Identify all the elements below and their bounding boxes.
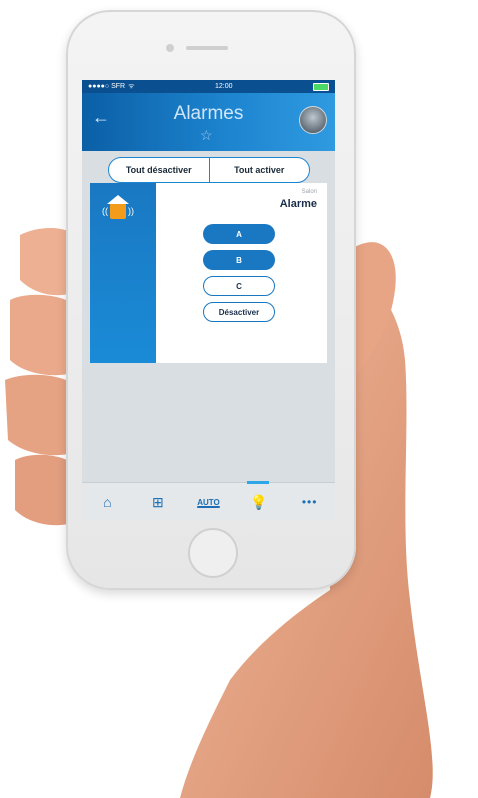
tab-more[interactable]: ••• <box>290 487 330 517</box>
phone-screen: ●●●●○ SFR ᯤ 12:00 ← Alarmes ☆ Tout désac… <box>82 80 335 520</box>
home-icon: ⌂ <box>103 494 112 510</box>
house-icon <box>107 195 129 219</box>
status-bar: ●●●●○ SFR ᯤ 12:00 <box>82 80 335 93</box>
home-button[interactable] <box>188 528 238 578</box>
room-layout-icon: ⊞ <box>152 493 164 510</box>
card-side-panel: (( )) <box>90 183 156 363</box>
photo-stage: ●●●●○ SFR ᯤ 12:00 ← Alarmes ☆ Tout désac… <box>0 0 478 798</box>
bottom-tab-bar: ⌂ ⊞ AUTO 💡 ••• <box>82 481 335 520</box>
alarm-house-icon: (( )) <box>102 195 142 222</box>
battery-icon <box>313 82 329 91</box>
app-header: ← Alarmes ☆ <box>82 93 335 151</box>
page-title: Alarmes <box>173 103 244 124</box>
global-toggle: Tout désactiver Tout activer <box>108 157 310 183</box>
wifi-icon: ᯤ <box>128 83 135 90</box>
more-icon: ••• <box>301 495 318 509</box>
option-a-button[interactable]: A <box>203 224 275 244</box>
light-radiator-icon: 💡 <box>250 493 268 510</box>
deactivate-all-button[interactable]: Tout désactiver <box>109 158 209 182</box>
card-title: Alarme <box>279 198 317 210</box>
status-time: 12:00 <box>214 83 233 90</box>
tab-auto[interactable]: AUTO <box>188 487 228 517</box>
carrier-label: ●●●●○ SFR <box>88 83 126 90</box>
activate-all-button[interactable]: Tout activer <box>210 158 310 182</box>
earpiece <box>186 46 228 50</box>
option-c-button[interactable]: C <box>203 276 275 296</box>
option-b-button[interactable]: B <box>203 250 275 270</box>
avatar[interactable] <box>299 106 327 134</box>
room-label: Salon <box>301 189 317 195</box>
front-camera <box>166 44 174 52</box>
tab-rooms[interactable]: ⊞ <box>138 487 178 517</box>
deactivate-button[interactable]: Désactiver <box>203 302 275 322</box>
signal-left-icon: (( <box>102 206 108 216</box>
star-outline-icon[interactable]: ☆ <box>200 127 213 144</box>
alarm-card: (( )) Salon Alarme A B C Désactiver <box>90 183 327 363</box>
signal-right-icon: )) <box>128 206 134 216</box>
tab-devices[interactable]: 💡 <box>239 481 279 517</box>
tab-home[interactable]: ⌂ <box>87 487 127 517</box>
